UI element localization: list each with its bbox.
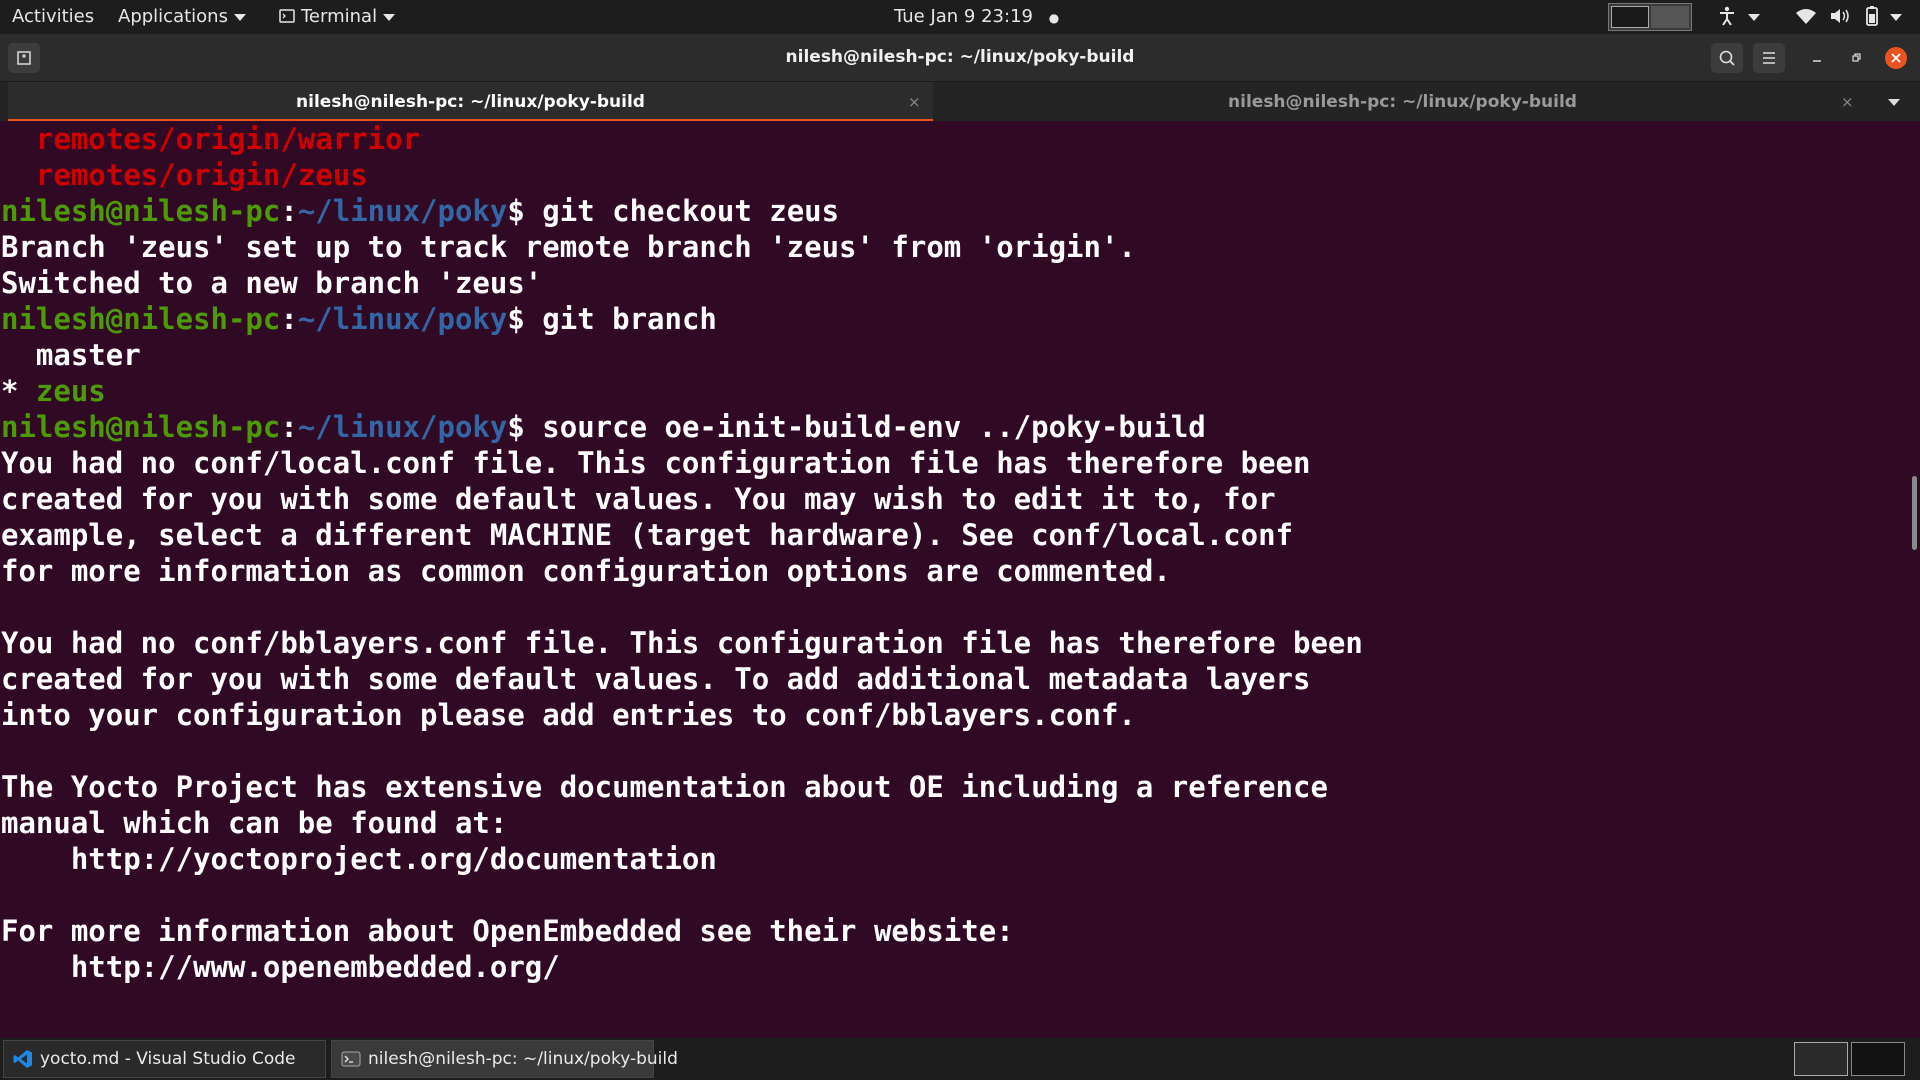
- current-branch: zeus: [35, 374, 106, 408]
- tab-list-button[interactable]: [1888, 82, 1900, 122]
- terminal-line: remotes/origin/warrior: [1, 122, 421, 156]
- prompt-separator: :: [280, 194, 298, 228]
- tab-label: nilesh@nilesh-pc: ~/linux/poky-build: [296, 92, 645, 112]
- applications-label: Applications: [118, 6, 228, 27]
- close-icon: ×: [908, 93, 921, 111]
- chevron-down-icon: [1748, 13, 1760, 21]
- terminal-prompt-line: nilesh@nilesh-pc:~/linux/poky$ git branc…: [1, 301, 717, 337]
- taskbar-item-label: yocto.md - Visual Studio Code: [40, 1049, 296, 1069]
- terminal-icon: [279, 9, 295, 23]
- notification-dot-icon: ●: [1048, 11, 1060, 25]
- workspace-1[interactable]: [1794, 1042, 1848, 1076]
- clock-text: Tue Jan 9 23:19: [894, 6, 1033, 27]
- wifi-icon: [1796, 9, 1816, 24]
- terminal-line: http://www.openembedded.org/: [1, 950, 560, 984]
- close-icon: ×: [1841, 93, 1854, 111]
- chevron-down-icon: [383, 13, 396, 21]
- terminal-line: You had no conf/local.conf file. This co…: [1, 446, 1311, 480]
- clock[interactable]: Tue Jan 9 23:19 ●: [894, 0, 1059, 34]
- prompt-separator: :: [280, 410, 298, 444]
- command-text: git branch: [524, 302, 717, 336]
- prompt-path: ~/linux/poky: [297, 302, 508, 336]
- terminal-line: * zeus: [1, 373, 106, 409]
- top-panel: Activities Applications Terminal Tue Jan…: [0, 0, 1920, 34]
- terminal-line: The Yocto Project has extensive document…: [1, 770, 1328, 804]
- terminal-line: remotes/origin/zeus: [1, 158, 368, 192]
- tab-label: nilesh@nilesh-pc: ~/linux/poky-build: [1228, 92, 1577, 112]
- prompt-dollar: $: [507, 302, 525, 336]
- tab-close-button[interactable]: ×: [908, 82, 921, 122]
- terminal-line: For more information about OpenEmbedded …: [1, 914, 1014, 948]
- prompt-user: nilesh@nilesh-pc: [1, 302, 281, 336]
- terminal-tabs-bar: nilesh@nilesh-pc: ~/linux/poky-build × n…: [0, 81, 1920, 122]
- prompt-separator: :: [280, 302, 298, 336]
- close-icon: [1891, 53, 1901, 63]
- chevron-down-icon: [1888, 99, 1900, 106]
- battery-icon: [1866, 6, 1879, 26]
- prompt-dollar: $: [507, 194, 525, 228]
- chevron-down-icon: [233, 13, 246, 21]
- system-menu[interactable]: [1795, 0, 1903, 34]
- workspace-2[interactable]: [1851, 1042, 1905, 1076]
- window-title-bar[interactable]: nilesh@nilesh-pc: ~/linux/poky-build: [0, 34, 1920, 81]
- terminal-output[interactable]: remotes/origin/warrior remotes/origin/ze…: [0, 121, 1920, 1038]
- terminal-line: created for you with some default values…: [1, 662, 1311, 696]
- vscode-icon: [13, 1050, 32, 1068]
- close-button[interactable]: [1885, 47, 1907, 69]
- terminal-icon: [341, 1051, 361, 1067]
- hamburger-menu-button[interactable]: [1753, 43, 1785, 73]
- terminal-line: for more information as common configura…: [1, 554, 1171, 588]
- prompt-user: nilesh@nilesh-pc: [1, 410, 281, 444]
- accessibility-menu[interactable]: [1718, 0, 1760, 34]
- minimize-button[interactable]: [1806, 47, 1828, 69]
- terminal-prompt-line: nilesh@nilesh-pc:~/linux/poky$ source oe…: [1, 409, 1206, 445]
- hamburger-menu-icon: [1763, 52, 1775, 64]
- prompt-path: ~/linux/poky: [297, 410, 508, 444]
- workspace-2[interactable]: [1651, 6, 1689, 28]
- taskbar-item-label: nilesh@nilesh-pc: ~/linux/poky-build: [368, 1049, 678, 1069]
- terminal-line: Branch 'zeus' set up to track remote bra…: [1, 230, 1136, 264]
- restore-icon: [1852, 53, 1861, 62]
- tab-active[interactable]: nilesh@nilesh-pc: ~/linux/poky-build: [8, 82, 933, 122]
- applications-menu[interactable]: Applications: [118, 0, 246, 34]
- terminal-line: created for you with some default values…: [1, 482, 1276, 516]
- search-button[interactable]: [1711, 43, 1743, 73]
- tab-close-button[interactable]: ×: [1841, 82, 1854, 122]
- prompt-path: ~/linux/poky: [297, 194, 508, 228]
- search-icon: [1719, 50, 1735, 66]
- current-branch-marker: *: [1, 374, 36, 408]
- command-text: source oe-init-build-env ../poky-build: [524, 410, 1206, 444]
- terminal-line: Switched to a new branch 'zeus': [1, 266, 543, 300]
- terminal-prompt-line: nilesh@nilesh-pc:~/linux/poky$ git check…: [1, 193, 839, 229]
- new-tab-icon: [17, 51, 31, 65]
- terminal-menu-label: Terminal: [301, 6, 378, 27]
- taskbar-item-terminal[interactable]: nilesh@nilesh-pc: ~/linux/poky-build: [331, 1040, 678, 1078]
- new-tab-button[interactable]: [8, 43, 40, 73]
- terminal-app-menu[interactable]: Terminal: [279, 0, 396, 34]
- command-text: git checkout zeus: [524, 194, 840, 228]
- workspace-1[interactable]: [1611, 6, 1649, 28]
- workspace-switcher[interactable]: [1608, 3, 1692, 31]
- tab-inactive[interactable]: nilesh@nilesh-pc: ~/linux/poky-build: [940, 82, 1865, 122]
- maximize-button[interactable]: [1846, 47, 1868, 69]
- terminal-line: http://yoctoproject.org/documentation: [1, 842, 717, 876]
- chevron-down-icon: [1890, 13, 1903, 21]
- terminal-line: master: [1, 338, 141, 372]
- terminal-line: into your configuration please add entri…: [1, 698, 1136, 732]
- terminal-line: You had no conf/bblayers.conf file. This…: [1, 626, 1363, 660]
- prompt-dollar: $: [507, 410, 525, 444]
- prompt-user: nilesh@nilesh-pc: [1, 194, 281, 228]
- taskbar: yocto.md - Visual Studio Code nilesh@nil…: [0, 1038, 1920, 1080]
- accessibility-icon: [1720, 6, 1734, 26]
- terminal-line: example, select a different MACHINE (tar…: [1, 518, 1294, 552]
- window-title: nilesh@nilesh-pc: ~/linux/poky-build: [785, 47, 1135, 67]
- terminal-line: manual which can be found at:: [1, 806, 508, 840]
- taskbar-item-vscode[interactable]: yocto.md - Visual Studio Code: [3, 1040, 326, 1078]
- volume-icon: [1830, 9, 1849, 23]
- minimize-icon: [1813, 60, 1821, 62]
- activities-button[interactable]: Activities: [12, 0, 94, 34]
- scrollbar-thumb[interactable]: [1912, 476, 1917, 550]
